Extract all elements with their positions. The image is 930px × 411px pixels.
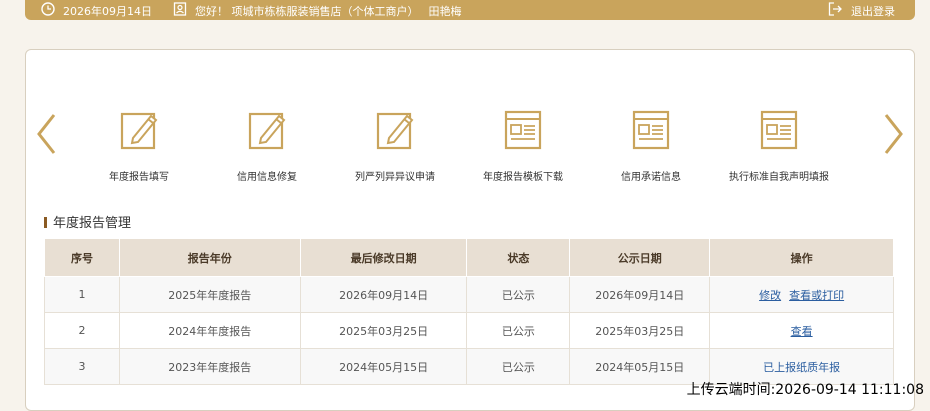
user-card-icon — [173, 2, 187, 19]
user-name: 田艳梅 — [428, 4, 462, 18]
template-doc-icon — [504, 110, 542, 150]
date-text: 2026年09月14日 — [63, 4, 152, 18]
cell-published: 2025年03月25日 — [569, 312, 711, 349]
cell-year: 2024年年度报告 — [118, 312, 301, 349]
col-header-no: 序号 — [44, 238, 120, 277]
carousel-next-icon[interactable] — [882, 112, 906, 156]
func-annual-report-fill[interactable]: 年度报告填写 — [74, 108, 204, 183]
upload-timestamp: 上传云端时间:2026-09-14 11:11:08 — [686, 382, 924, 398]
cell-year: 2025年年度报告 — [118, 276, 301, 313]
section-title-text: 年度报告管理 — [53, 216, 132, 231]
greeting-text: 您好！ 项城市栋栋服装销售店（个体工商户） — [195, 4, 419, 18]
top-bar: 2026年09月14日 您好！ 项城市栋栋服装销售店（个体工商户） 田艳梅 退出… — [25, 0, 915, 20]
func-label: 执行标准自我声明填报 — [729, 172, 829, 183]
func-credit-commitment[interactable]: 信用承诺信息 — [586, 108, 716, 183]
logout-label: 退出登录 — [851, 4, 895, 18]
calendar-icon — [41, 2, 55, 19]
col-header-modified: 最后修改日期 — [299, 238, 468, 277]
func-standard-declaration[interactable]: 执行标准自我声明填报 — [714, 108, 844, 183]
greeting: 您好！ 项城市栋栋服装销售店（个体工商户） 田艳梅 — [173, 2, 462, 19]
cell-actions: 查看 — [709, 312, 894, 349]
cell-modified: 2025年03月25日 — [299, 312, 468, 349]
func-label: 年度报告模板下载 — [483, 172, 563, 183]
func-label: 信用信息修复 — [237, 172, 297, 183]
col-header-actions: 操作 — [709, 238, 894, 277]
func-label: 列严列异异议申请 — [355, 172, 435, 183]
report-table: 序号 报告年份 最后修改日期 状态 公示日期 操作 1 2025年年度报告 20… — [44, 238, 894, 385]
cell-actions: 修改 查看或打印 — [709, 276, 894, 313]
col-header-status: 状态 — [466, 238, 571, 277]
cell-status: 已公示 — [466, 348, 571, 385]
cell-status: 已公示 — [466, 312, 571, 349]
view-link[interactable]: 查看 — [791, 325, 813, 338]
func-label: 年度报告填写 — [109, 172, 169, 183]
col-header-year: 报告年份 — [118, 238, 301, 277]
date-display: 2026年09月14日 — [41, 2, 152, 19]
cell-no: 1 — [44, 276, 120, 313]
col-header-published: 公示日期 — [569, 238, 711, 277]
func-label: 信用承诺信息 — [621, 172, 681, 183]
section-title: 年度报告管理 — [44, 212, 131, 231]
cell-published: 2026年09月14日 — [569, 276, 711, 313]
carousel-prev-icon[interactable] — [34, 112, 58, 156]
main-panel: 年度报告填写 信用信息修复 列严列异异议申请 年度报告模板下载 信用承诺信息 执… — [25, 49, 915, 411]
edit-doc-icon — [120, 112, 158, 150]
paper-report-link[interactable]: 已上报纸质年报 — [763, 361, 840, 374]
table-row: 2 2024年年度报告 2025年03月25日 已公示 2025年03月25日 … — [44, 312, 894, 349]
cell-status: 已公示 — [466, 276, 571, 313]
logout-button[interactable]: 退出登录 — [828, 2, 895, 19]
section-marker — [44, 217, 47, 228]
template-doc-icon — [760, 110, 798, 150]
cell-modified: 2024年05月15日 — [299, 348, 468, 385]
template-doc-icon — [632, 110, 670, 150]
table-row: 1 2025年年度报告 2026年09月14日 已公示 2026年09月14日 … — [44, 276, 894, 313]
func-objection-apply[interactable]: 列严列异异议申请 — [330, 108, 460, 183]
cell-year: 2023年年度报告 — [118, 348, 301, 385]
edit-link[interactable]: 修改 — [759, 289, 781, 302]
cell-no: 2 — [44, 312, 120, 349]
edit-doc-icon — [248, 112, 286, 150]
edit-doc-icon — [376, 112, 414, 150]
view-print-link[interactable]: 查看或打印 — [789, 289, 844, 302]
cell-modified: 2026年09月14日 — [299, 276, 468, 313]
cell-no: 3 — [44, 348, 120, 385]
logout-icon — [828, 2, 843, 19]
func-template-download[interactable]: 年度报告模板下载 — [458, 108, 588, 183]
func-credit-repair[interactable]: 信用信息修复 — [202, 108, 332, 183]
table-header-row: 序号 报告年份 最后修改日期 状态 公示日期 操作 — [44, 238, 894, 277]
